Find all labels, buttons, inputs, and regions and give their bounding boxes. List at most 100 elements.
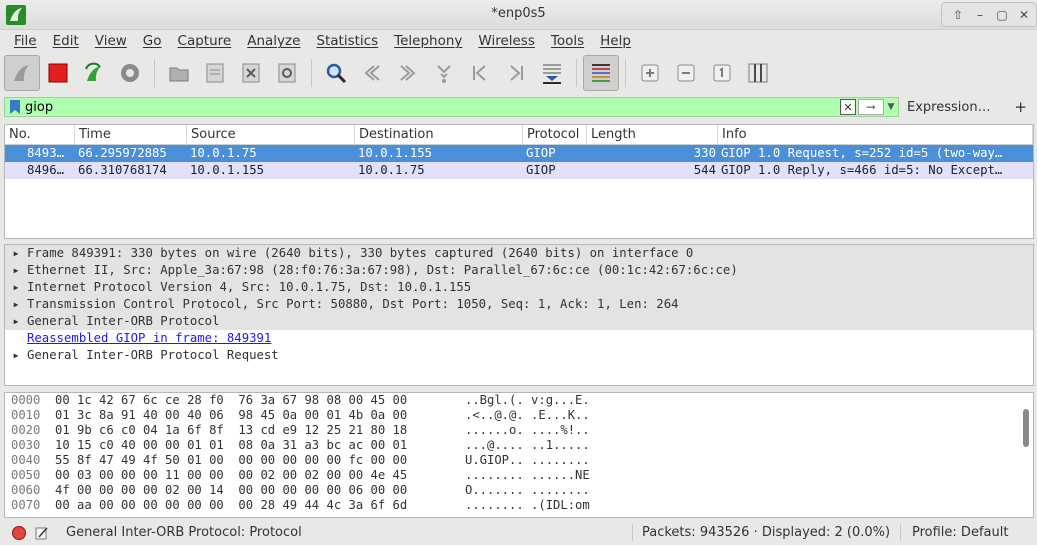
shark-fin-icon[interactable] [4,55,40,91]
restart-icon[interactable] [76,55,112,91]
menu-file[interactable]: File [6,31,45,51]
menu-wireless[interactable]: Wireless [470,31,543,51]
save-icon[interactable] [197,55,233,91]
column-header-info[interactable]: Info [718,125,1033,144]
bytes-hex: 01 3c 8a 91 40 00 40 06 98 45 0a 00 01 4… [55,408,408,422]
detail-tree-item[interactable]: ▶ Internet Protocol Version 4, Src: 10.0… [5,279,1033,296]
menu-help[interactable]: Help [592,31,639,51]
menu-analyze[interactable]: Analyze [239,31,308,51]
column-header-protocol[interactable]: Protocol [523,125,587,144]
bytes-ascii: ..Bgl.(. v:g...E. [465,393,590,407]
bytes-ascii: U.GIOP.. ........ [465,453,590,467]
packet-list-header: No. Time Source Destination Protocol Len… [5,125,1033,145]
last-icon[interactable] [498,55,534,91]
pin-icon[interactable]: ⇧ [947,4,969,26]
detail-tree-item[interactable]: ▶ General Inter-ORB Protocol Request [5,347,1033,364]
bytes-row[interactable]: 0010 01 3c 8a 91 40 00 40 06 98 45 0a 00… [5,408,1033,423]
packet-list-pane: No. Time Source Destination Protocol Len… [4,124,1034,239]
display-filter-text[interactable]: giop [25,100,840,115]
back-icon[interactable] [354,55,390,91]
expression-button[interactable]: Expression… [907,100,991,115]
expand-arrow-icon[interactable]: ▶ [5,313,27,330]
detail-tree-item[interactable]: ▶ Transmission Control Protocol, Src Por… [5,296,1033,313]
bytes-row[interactable]: 0020 01 9b c6 c0 04 1a 6f 8f 13 cd e9 12… [5,423,1033,438]
menu-go[interactable]: Go [135,31,170,51]
filter-dropdown-icon[interactable]: ▼ [884,99,898,115]
first-icon[interactable] [462,55,498,91]
menu-view[interactable]: View [87,31,135,51]
zoom-in-icon[interactable] [632,55,668,91]
profile-indicator[interactable]: Profile: Default [912,525,1008,540]
maximize-icon[interactable]: ▢ [991,4,1013,26]
packet-bytes-pane: 0000 00 1c 42 67 6c ce 28 f0 76 3a 67 98… [4,392,1034,518]
bytes-hex: 55 8f 47 49 4f 50 01 00 00 00 00 00 00 f… [55,453,408,467]
expand-arrow-icon[interactable]: ▶ [5,262,27,279]
detail-tree-item[interactable]: ▶ General Inter-ORB Protocol [5,313,1033,330]
autoscroll-icon[interactable] [534,55,570,91]
column-header-source[interactable]: Source [187,125,355,144]
expand-arrow-icon[interactable]: ▶ [5,347,27,364]
colorize-icon[interactable] [583,55,619,91]
menu-bar: File Edit View Go Capture Analyze Statis… [0,30,1037,52]
detail-tree-item[interactable]: Reassembled GIOP in frame: 849391 [5,330,1033,347]
reassembled-frame-link[interactable]: Reassembled GIOP in frame: 849391 [27,330,271,347]
bytes-offset: 0040 [11,453,41,467]
open-icon[interactable] [161,55,197,91]
bytes-offset: 0030 [11,438,41,452]
main-toolbar [0,52,1037,94]
close-icon[interactable]: ✕ [1013,4,1035,26]
detail-tree-item[interactable]: ▶ Frame 849391: 330 bytes on wire (2640 … [5,245,1033,262]
bytes-row[interactable]: 0060 4f 00 00 00 00 02 00 14 00 00 00 00… [5,483,1033,498]
packet-protocol: GIOP [526,163,556,177]
packet-length: 330 [693,146,716,160]
bytes-row[interactable]: 0040 55 8f 47 49 4f 50 01 00 00 00 00 00… [5,453,1033,468]
add-filter-button[interactable]: + [1014,98,1027,116]
bytes-ascii: O....... ........ [465,483,590,497]
expand-arrow-icon[interactable]: ▶ [5,245,27,262]
bytes-row[interactable]: 0000 00 1c 42 67 6c ce 28 f0 76 3a 67 98… [5,393,1033,408]
display-filter-input[interactable]: giop ✕ ➞ ▼ [4,97,899,117]
menu-tools[interactable]: Tools [543,31,592,51]
column-header-length[interactable]: Length [587,125,718,144]
menu-capture[interactable]: Capture [170,31,240,51]
menu-telephony[interactable]: Telephony [386,31,470,51]
packet-row[interactable]: 8496… 66.310768174 10.0.1.155 10.0.1.75 … [5,162,1033,179]
expand-arrow-icon[interactable]: ▶ [5,279,27,296]
find-icon[interactable] [318,55,354,91]
options-icon[interactable] [112,55,148,91]
expand-arrow-icon[interactable]: ▶ [5,296,27,313]
forward-icon[interactable] [390,55,426,91]
close-file-icon[interactable] [233,55,269,91]
menu-edit[interactable]: Edit [45,31,87,51]
bytes-ascii: ........ .(IDL:om [465,498,590,512]
bookmark-icon[interactable] [5,98,25,116]
apply-filter-icon[interactable]: ➞ [858,99,884,115]
packets-count: Packets: 943526 · Displayed: 2 (0.0%) [642,525,891,540]
stop-icon[interactable] [40,55,76,91]
bytes-scrollbar[interactable] [1021,395,1031,515]
capture-comment-icon[interactable] [34,525,50,541]
column-header-destination[interactable]: Destination [355,125,523,144]
packet-row[interactable]: 8493… 66.295972885 10.0.1.75 10.0.1.155 … [5,145,1033,162]
zoom-out-icon[interactable] [668,55,704,91]
bytes-row[interactable]: 0050 00 03 00 00 00 11 00 00 00 02 00 02… [5,468,1033,483]
column-header-time[interactable]: Time [75,125,187,144]
bytes-offset: 0020 [11,423,41,437]
expert-info-icon[interactable] [12,525,26,540]
column-header-no[interactable]: No. [5,125,75,144]
scrollbar-thumb[interactable] [1023,409,1029,447]
bytes-hex: 00 aa 00 00 00 00 00 00 00 28 49 44 4c 3… [55,498,408,512]
go-to-icon[interactable] [426,55,462,91]
reload-icon[interactable] [269,55,305,91]
bytes-row[interactable]: 0030 10 15 c0 40 00 00 01 01 08 0a 31 a3… [5,438,1033,453]
bytes-ascii: ...@.... ..1..... [465,438,590,452]
detail-tree-item[interactable]: ▶ Ethernet II, Src: Apple_3a:67:98 (28:f… [5,262,1033,279]
detail-text: General Inter-ORB Protocol [27,314,220,328]
minimize-icon[interactable]: – [969,4,991,26]
clear-filter-icon[interactable]: ✕ [840,99,856,115]
menu-statistics[interactable]: Statistics [308,31,386,51]
bytes-row[interactable]: 0070 00 aa 00 00 00 00 00 00 00 28 49 44… [5,498,1033,513]
normal-size-icon[interactable] [704,55,740,91]
bytes-hex: 00 03 00 00 00 11 00 00 00 02 00 02 00 0… [55,468,408,482]
resize-columns-icon[interactable] [740,55,776,91]
